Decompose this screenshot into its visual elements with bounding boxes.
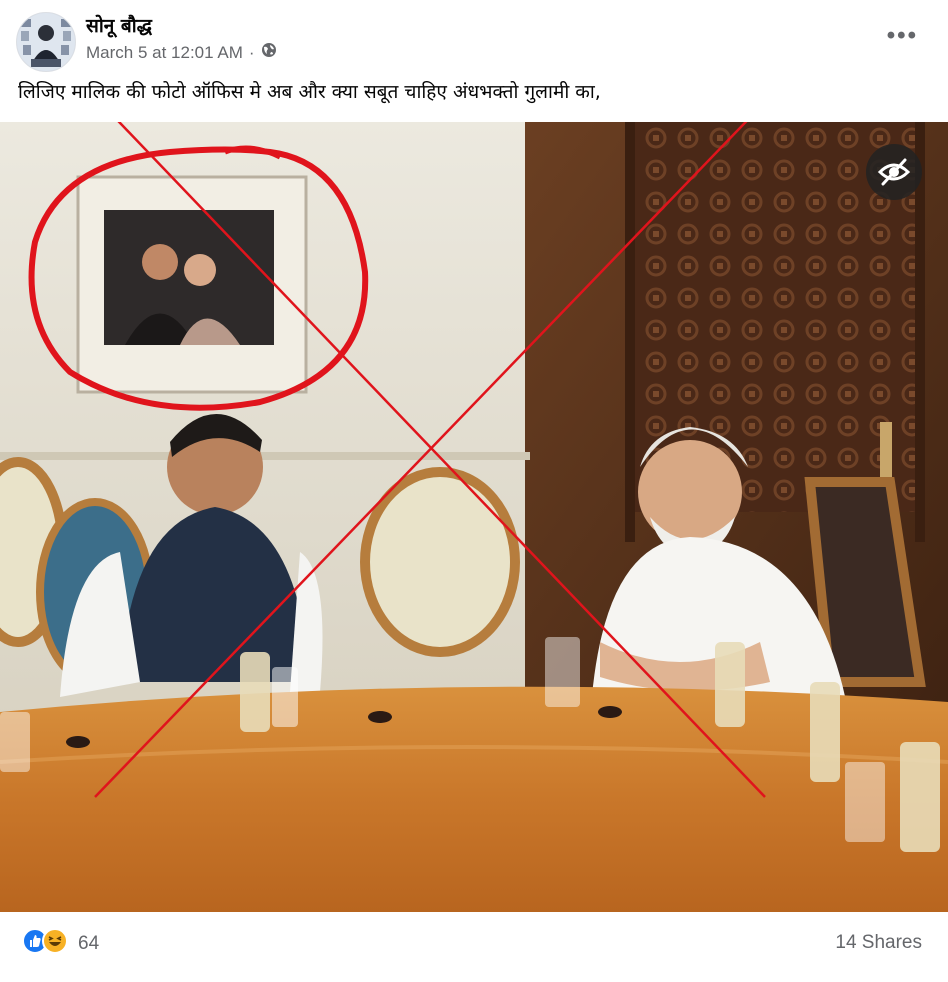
post-header: सोनू बौद्ध March 5 at 12:01 AM · ••• लिज… — [0, 0, 948, 103]
author-name[interactable]: सोनू बौद्ध — [86, 12, 152, 38]
avatar-image — [17, 13, 75, 71]
post-meta: March 5 at 12:01 AM · — [86, 42, 277, 63]
meta-separator: · — [248, 42, 255, 62]
avatar[interactable] — [16, 12, 76, 72]
post-footer: 64 14 Shares — [0, 912, 948, 982]
hide-image-button[interactable] — [866, 144, 922, 200]
timestamp[interactable]: March 5 at 12:01 AM — [86, 43, 243, 63]
reaction-count: 64 — [78, 932, 100, 954]
reactions-summary[interactable]: 64 — [22, 928, 99, 959]
more-options-button[interactable]: ••• — [887, 22, 918, 50]
shares-count[interactable]: 14 Shares — [835, 932, 922, 954]
eye-slash-icon — [877, 158, 911, 186]
globe-icon[interactable] — [261, 42, 277, 63]
haha-reaction-icon — [42, 928, 68, 959]
photo-illustration — [0, 122, 948, 912]
post-text: लिजिए मालिक की फोटो ऑफिस मे अब और क्या स… — [18, 81, 601, 103]
post-photo[interactable] — [0, 122, 948, 912]
